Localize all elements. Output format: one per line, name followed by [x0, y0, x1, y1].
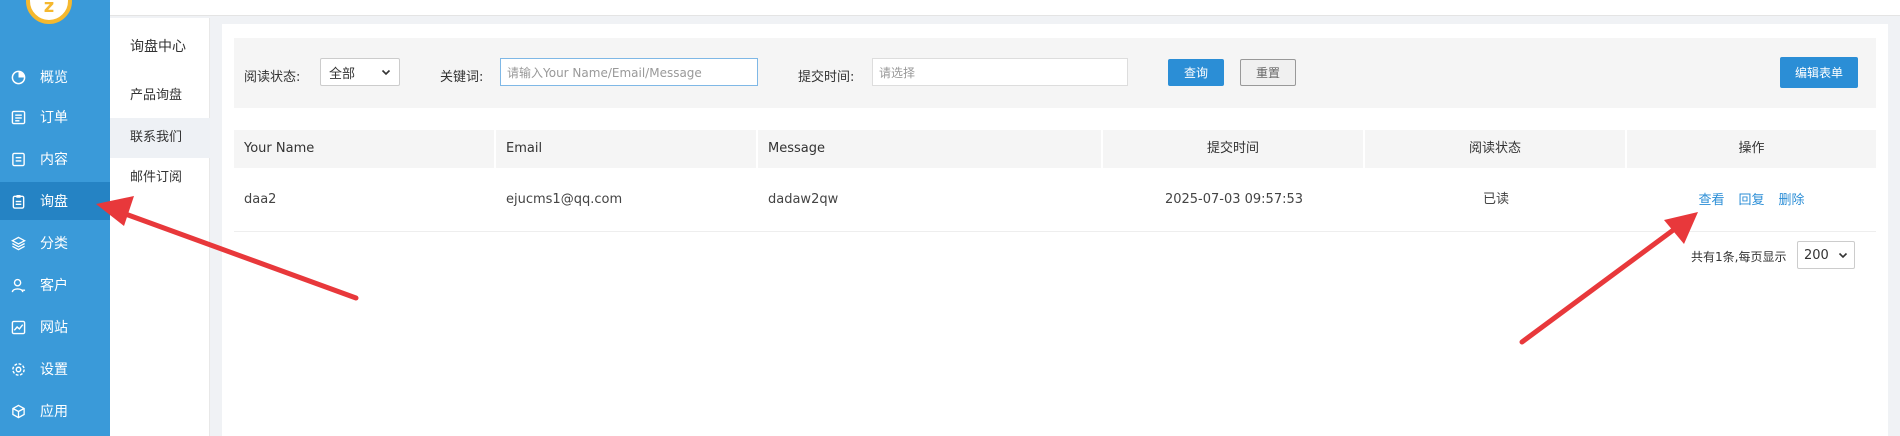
sidebar-item-inquiry[interactable]: 询盘 — [0, 182, 110, 220]
column-header-email: Email — [496, 130, 758, 168]
page-size-select[interactable]: 200 — [1797, 241, 1855, 269]
keyword-label: 关键词: — [440, 70, 484, 85]
read-status-select[interactable]: 全部 — [320, 58, 400, 86]
keyword-input[interactable]: 请输入Your Name/Email/Message — [500, 58, 758, 86]
reset-button[interactable]: 重置 — [1240, 59, 1296, 86]
sidebar-item-label: 订单 — [40, 110, 68, 126]
cell-message: dadaw2qw — [768, 192, 839, 207]
table-header: Your Name Email Message 提交时间 阅读状态 操作 — [234, 130, 1876, 168]
submenu-item-contact-us[interactable]: 联系我们 — [110, 118, 210, 158]
chevron-down-icon — [1838, 252, 1848, 259]
submit-time-placeholder: 请选择 — [879, 65, 916, 80]
column-header-actions: 操作 — [1738, 141, 1765, 156]
cell-name: daa2 — [244, 192, 277, 207]
cell-read-status: 已读 — [1482, 192, 1509, 207]
sidebar-item-label: 应用 — [40, 404, 68, 420]
inquiry-table: Your Name Email Message 提交时间 阅读状态 操作 daa… — [234, 130, 1876, 232]
sidebar-item-customer[interactable]: 客户 — [0, 266, 110, 304]
sidebar-item-label: 概览 — [40, 70, 68, 86]
sidebar-item-label: 设置 — [40, 362, 68, 378]
column-header-read-status: 阅读状态 — [1365, 130, 1627, 168]
user-icon — [10, 277, 26, 293]
column-header-name: Your Name — [234, 130, 496, 168]
keyword-placeholder: 请输入Your Name/Email/Message — [507, 65, 702, 80]
sidebar-item-overview[interactable]: 概览 — [0, 58, 110, 96]
chevron-down-icon — [381, 69, 391, 76]
page-size-value: 200 — [1804, 247, 1829, 263]
submit-time-label: 提交时间: — [798, 70, 855, 85]
sidebar-item-label: 分类 — [40, 236, 68, 252]
document-icon — [10, 151, 26, 167]
pagination-summary: 共有1条,每页显示 — [1691, 250, 1787, 264]
sidebar-item-label: 客户 — [40, 278, 68, 294]
top-bar — [110, 0, 1900, 16]
sidebar-item-label: 网站 — [40, 320, 68, 336]
delete-link[interactable]: 删除 — [1779, 193, 1805, 208]
read-status-label: 阅读状态: — [244, 70, 301, 85]
secondary-menu: 询盘中心 产品询盘 联系我们 邮件订阅 — [110, 18, 210, 436]
filter-bar: 阅读状态: 全部 关键词: 请输入Your Name/Email/Message… — [234, 38, 1876, 108]
cell-actions: 查看 回复 删除 — [1627, 168, 1876, 232]
table-row: daa2 ejucms1@qq.com dadaw2qw 2025-07-03 … — [234, 168, 1876, 232]
cell-submit-time: 2025-07-03 09:57:53 — [1164, 192, 1304, 207]
sidebar-item-settings[interactable]: 设置 — [0, 350, 110, 388]
submenu-title: 询盘中心 — [130, 39, 186, 55]
sidebar-item-apps[interactable]: 应用 — [0, 392, 110, 430]
chart-icon — [10, 319, 26, 335]
list-icon — [10, 109, 26, 125]
layers-icon — [10, 235, 26, 251]
view-link[interactable]: 查看 — [1698, 193, 1724, 208]
clipboard-icon — [10, 193, 26, 209]
query-button[interactable]: 查询 — [1168, 59, 1224, 86]
pie-chart-icon — [10, 69, 26, 85]
column-header-message: Message — [758, 130, 1103, 168]
sidebar-item-website[interactable]: 网站 — [0, 308, 110, 346]
gear-icon — [10, 361, 26, 377]
sidebar-item-orders[interactable]: 订单 — [0, 98, 110, 136]
cell-email: ejucms1@qq.com — [506, 192, 623, 207]
submenu-item-email-subscription[interactable]: 邮件订阅 — [110, 158, 210, 198]
submit-time-picker[interactable]: 请选择 — [872, 58, 1128, 86]
submenu-item-product-inquiry[interactable]: 产品询盘 — [110, 76, 210, 116]
main-panel: 阅读状态: 全部 关键词: 请输入Your Name/Email/Message… — [222, 24, 1888, 436]
reply-link[interactable]: 回复 — [1738, 193, 1764, 208]
edit-form-button[interactable]: 编辑表单 — [1780, 57, 1858, 88]
cube-icon — [10, 403, 26, 419]
sidebar-item-category[interactable]: 分类 — [0, 224, 110, 262]
sidebar-item-label: 询盘 — [40, 194, 68, 210]
main-sidebar: z 概览 订单 内容 询盘 分类 客户 网站 设置 应用 — [0, 0, 110, 436]
sidebar-item-label: 内容 — [40, 152, 68, 168]
column-header-submit-time: 提交时间 — [1103, 130, 1365, 168]
read-status-value: 全部 — [329, 66, 356, 82]
sidebar-item-content[interactable]: 内容 — [0, 140, 110, 178]
logo: z — [26, 0, 72, 24]
